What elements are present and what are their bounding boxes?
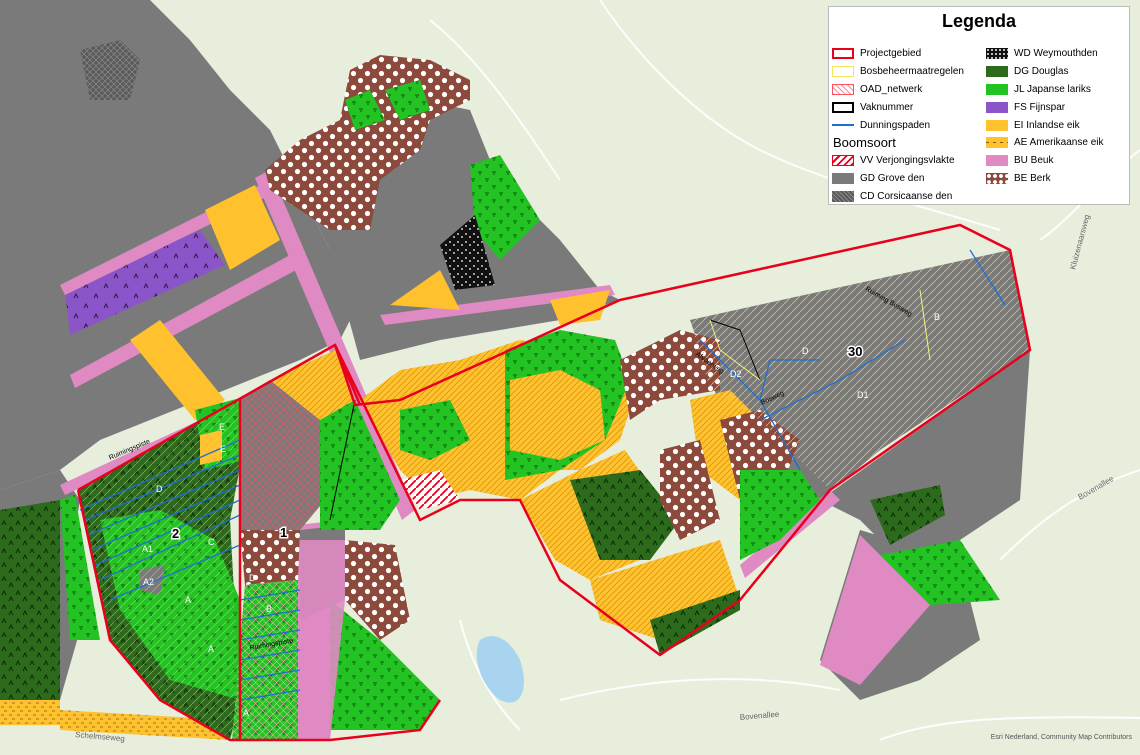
legend-item: Projectgebied (832, 45, 964, 63)
douglas-swatch-icon (986, 66, 1008, 78)
label-C: C (208, 537, 215, 547)
legend-item: EI Inlandse eik (986, 116, 1104, 134)
legend-item: Dunningspaden (832, 116, 964, 134)
legend-label: BE Berk (1014, 172, 1051, 184)
label-B-west: B (266, 604, 272, 614)
legend-label: BU Beuk (1014, 155, 1054, 167)
corsicaanse-den-swatch-icon (832, 190, 854, 202)
weymouthden-swatch-icon (986, 48, 1008, 60)
legend-item: BU Beuk (986, 152, 1104, 170)
dunningspaden-swatch-icon (832, 124, 854, 127)
legend-item: WD Weymouthden (986, 45, 1104, 63)
legend-panel: Legenda Projectgebied Bosbeheermaatregel… (828, 6, 1130, 205)
label-A1: A1 (142, 544, 153, 554)
label-vak-1: 1 (280, 525, 287, 540)
amerikaanse-eik-swatch-icon (986, 137, 1008, 149)
legend-label: GD Grove den (860, 173, 925, 185)
legend-item: CD Corsicaanse den (832, 188, 964, 206)
legend-item: Vaknummer (832, 98, 964, 116)
projectgebied-swatch-icon (832, 48, 854, 60)
label-D-mid: D (249, 573, 256, 583)
label-A-1: A (185, 595, 191, 605)
label-vak-2: 2 (172, 526, 179, 541)
legend-label: Projectgebied (860, 48, 922, 60)
legend-col-left: Projectgebied Bosbeheermaatregelen OAD_n… (832, 45, 964, 205)
label-D2: D2 (730, 369, 742, 379)
label-D-east: D (802, 346, 809, 356)
lariks-swatch-icon (986, 83, 1008, 95)
label-A2: A2 (143, 577, 154, 587)
legend-label: DG Douglas (1014, 66, 1069, 78)
inlandse-eik-swatch-icon (986, 119, 1008, 131)
legend-item: AE Amerikaanse eik (986, 134, 1104, 152)
legend-item: JL Japanse lariks (986, 81, 1104, 99)
legend-label: OAD_netwerk (860, 83, 923, 95)
label-B-east: B (934, 312, 940, 322)
legend-label: JL Japanse lariks (1014, 83, 1091, 95)
label-vak-30: 30 (848, 344, 862, 359)
map-credit: Esri Nederland, Community Map Contributo… (990, 734, 1132, 741)
label-E-2: E (220, 444, 226, 454)
legend-item: DG Douglas (986, 63, 1104, 81)
legend-col-right: WD Weymouthden DG Douglas JL Japanse lar… (986, 45, 1104, 187)
legend-title: Legenda (941, 11, 1016, 31)
label-D1: D1 (857, 390, 869, 400)
legend-item: Bosbeheermaatregelen (832, 63, 964, 81)
legend-item: VV Verjongingsvlakte (832, 152, 964, 170)
oad-swatch-icon (832, 83, 854, 95)
legend-label: WD Weymouthden (1014, 48, 1098, 60)
legend-subtitle: Boomsoort (833, 134, 896, 150)
legend-label: EI Inlandse eik (1014, 119, 1080, 131)
legend-item: GD Grove den (832, 170, 964, 188)
legend-item: OAD_netwerk (832, 81, 964, 99)
berk-swatch-icon (986, 172, 1008, 184)
fijnspar-swatch-icon (986, 101, 1008, 113)
verjonging-swatch-icon (832, 155, 854, 167)
legend-label: Vaknummer (860, 101, 914, 113)
beuk-swatch-icon (986, 155, 1008, 167)
bosbeheer-swatch-icon (832, 66, 854, 78)
legend-label: Dunningspaden (860, 119, 931, 131)
legend-label: AE Amerikaanse eik (1014, 137, 1104, 149)
label-D-west: D (156, 484, 163, 494)
legend-label: Bosbeheermaatregelen (860, 66, 964, 78)
legend-label: CD Corsicaanse den (860, 190, 953, 202)
legend-label: FS Fijnspar (1014, 101, 1066, 113)
grove-den-swatch-icon (832, 173, 854, 185)
vaknummer-swatch-icon (832, 101, 854, 113)
legend-item: BE Berk (986, 170, 1104, 188)
label-A-2: A (208, 644, 214, 654)
area-douglas (0, 500, 60, 700)
label-A-3: A (243, 708, 249, 718)
label-E-1: E (219, 422, 225, 432)
legend-item: FS Fijnspar (986, 98, 1104, 116)
legend-label: VV Verjongingsvlakte (860, 155, 955, 167)
